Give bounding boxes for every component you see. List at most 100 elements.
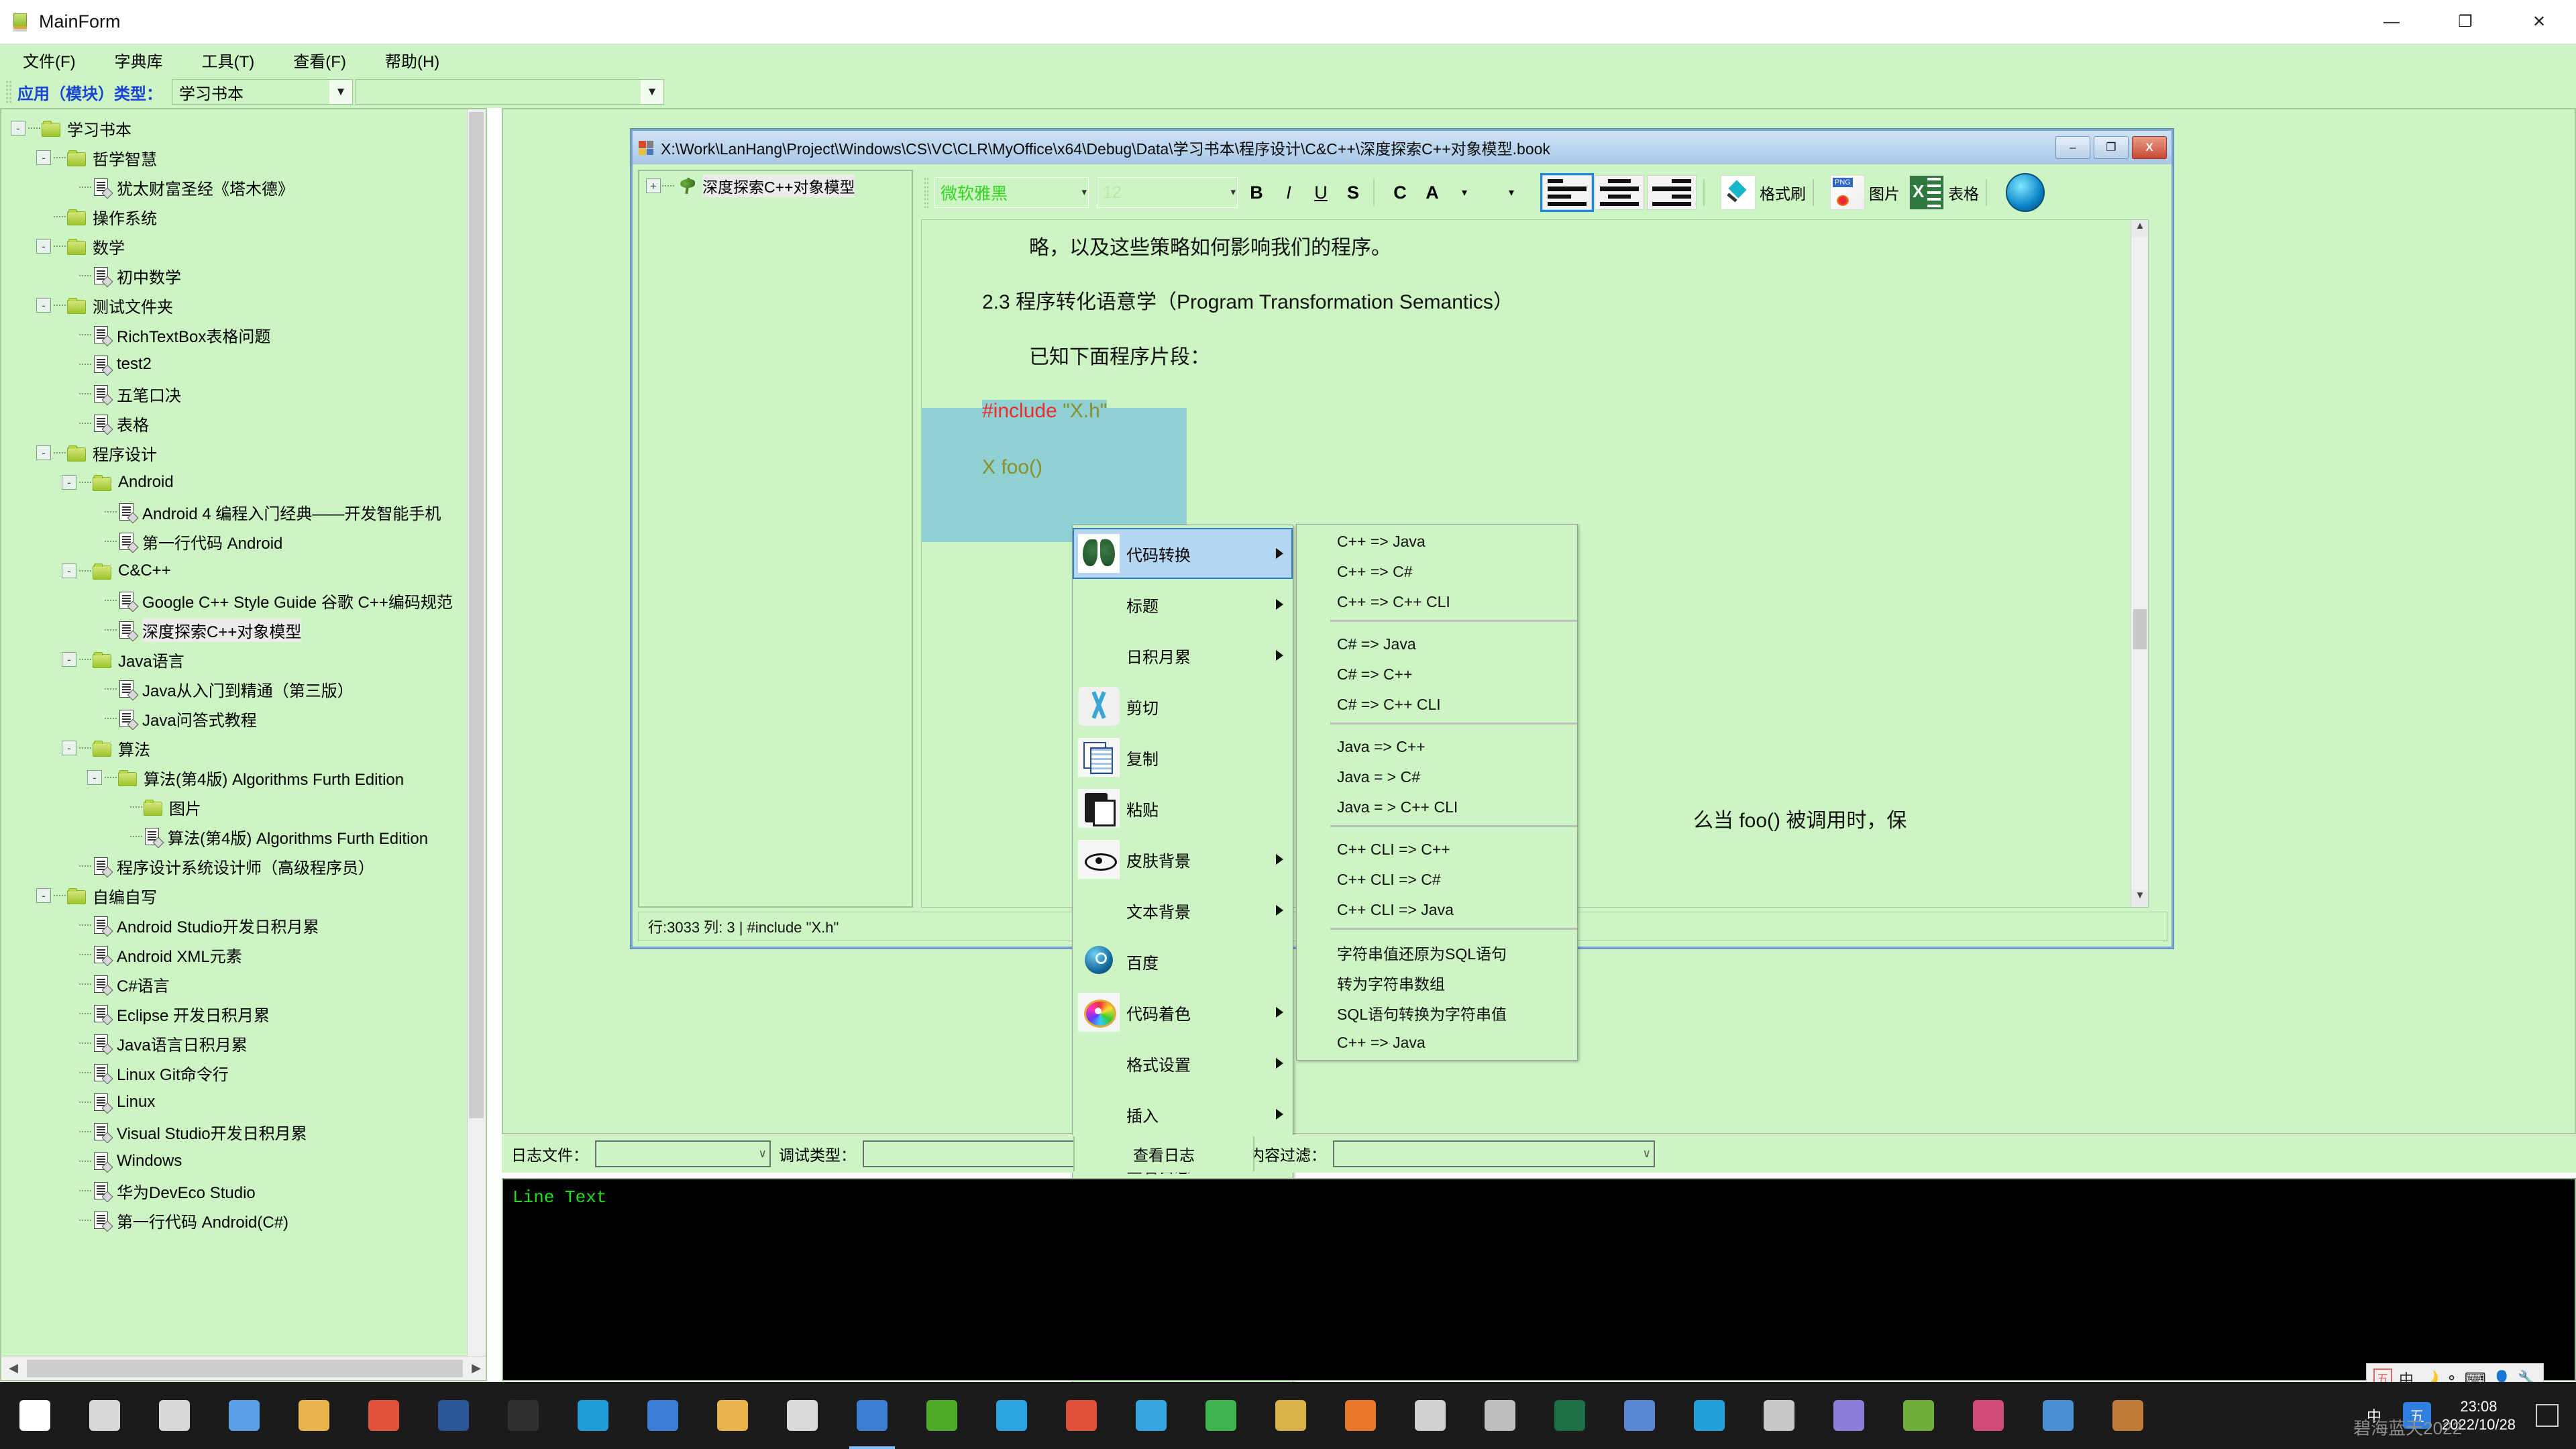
tree-item[interactable]: - 自编自写 [1,881,475,910]
search-globe-icon[interactable] [2006,173,2045,212]
context-menu-item[interactable]: 标题 [1073,579,1293,630]
scroll-right-icon[interactable]: ▶ [464,1361,486,1375]
picture-button[interactable]: 图片 [1830,175,1900,210]
tree-item[interactable]: - Android [1,468,475,497]
devtools-icon[interactable] [1605,1382,1674,1449]
log-file-combo[interactable]: ∨ [595,1140,771,1167]
context-menu-item[interactable]: 皮肤背景 [1073,834,1293,885]
tree-item[interactable]: Android XML元素 [1,940,475,969]
context-menu-item[interactable]: 百度 [1073,936,1293,987]
submenu-item[interactable]: C# => C++ CLI [1297,690,1577,720]
misc-icon[interactable] [2093,1382,2163,1449]
edge-icon[interactable] [558,1382,628,1449]
expand-collapse-icon[interactable]: - [36,150,51,165]
tree-item[interactable]: 图片 [1,792,475,822]
chevron-down-icon[interactable]: ▾ [1230,186,1236,198]
chevron-down-icon[interactable]: ▾ [1081,186,1087,198]
menu-view[interactable]: 查看(F) [289,46,350,74]
tree-item[interactable]: - C&C++ [1,556,475,586]
notification-icon[interactable] [2536,1404,2559,1427]
tree-item[interactable]: - 学习书本 [1,113,475,143]
task-view-icon[interactable] [140,1382,209,1449]
tree-item[interactable]: Java从入门到精通（第三版） [1,674,475,704]
expand-collapse-icon[interactable]: - [62,564,76,578]
tree-item[interactable]: 华为DevEco Studio [1,1176,475,1205]
expand-collapse-icon[interactable]: - [36,445,51,460]
expand-collapse-icon[interactable]: - [62,741,76,755]
paint-icon[interactable] [1953,1382,2023,1449]
submenu-item[interactable]: C++ => Java [1297,1028,1577,1058]
document-outline-panel[interactable]: + 深度探索C++对象模型 [638,170,913,908]
tree-item[interactable]: 深度探索C++对象模型 [1,615,475,645]
list-icon[interactable] [2023,1382,2093,1449]
code-conversion-submenu[interactable]: C++ => Java C++ => C# C++ => C++ CLI C# => … [1296,524,1578,1061]
tree-vscroll-thumb[interactable] [469,112,484,1118]
submenu-item[interactable]: C++ CLI => C++ [1297,835,1577,865]
close-button[interactable]: ✕ [2502,0,2576,44]
italic-button[interactable]: I [1275,177,1302,208]
submenu-item[interactable]: C++ => C++ CLI [1297,587,1577,617]
expand-plus-icon[interactable]: + [646,178,661,193]
scroll-left-icon[interactable]: ◀ [1,1361,25,1375]
calc-icon[interactable] [1884,1382,1953,1449]
editor-text[interactable]: 略，以及这些策略如何影响我们的程序。 2.3 程序转化语意学（Program T… [922,220,2123,479]
context-menu-item[interactable]: 剪切 [1073,681,1293,732]
format-toolbar-grip[interactable] [924,177,929,208]
tree-item[interactable]: C#语言 [1,969,475,999]
context-menu-item[interactable]: 粘贴 [1073,783,1293,834]
wechat-icon[interactable] [1186,1382,1256,1449]
context-menu-item[interactable]: 代码转换 [1073,528,1293,579]
tree-item[interactable]: test2 [1,350,475,379]
tree-item[interactable]: Eclipse 开发日积月累 [1,999,475,1028]
tree-item[interactable]: 操作系统 [1,202,475,231]
excel-icon[interactable] [1535,1382,1605,1449]
align-left-button[interactable] [1540,173,1594,212]
book-tree-panel[interactable]: - 学习书本 - 哲学智慧 犹太财富圣经《塔木德》 操作系统 - 数学 初中数学 - 测试文件夹 Ri… [0,108,487,1381]
context-menu-item[interactable]: 复制 [1073,732,1293,783]
context-menu-item[interactable]: 日积月累 [1073,630,1293,681]
text-highlight-button[interactable]: C [1387,177,1413,208]
qq-icon[interactable] [1116,1382,1186,1449]
tree-item[interactable]: 初中数学 [1,261,475,290]
edge2-icon[interactable] [1674,1382,1744,1449]
bold-button[interactable]: B [1243,177,1270,208]
expand-collapse-icon[interactable]: - [11,121,25,136]
tree-vertical-scrollbar[interactable] [467,109,486,1356]
context-menu-item[interactable]: 插入 [1073,1089,1293,1140]
chrome-icon[interactable] [1046,1382,1116,1449]
mainform-icon[interactable] [837,1382,907,1449]
tree-item[interactable]: Android Studio开发日积月累 [1,910,475,940]
expand-collapse-icon[interactable]: - [87,770,102,785]
leaf-icon[interactable] [907,1382,977,1449]
start-button[interactable] [0,1382,70,1449]
tree-item[interactable]: Linux Git命令行 [1,1058,475,1087]
search-icon[interactable] [70,1382,140,1449]
submenu-item[interactable]: Java = > C# [1297,762,1577,792]
submenu-item[interactable]: 转为字符串数组 [1297,967,1577,998]
widgets-icon[interactable] [209,1382,279,1449]
tree-item[interactable]: Linux [1,1087,475,1117]
font-color-button[interactable]: A [1419,177,1446,208]
tree-item[interactable]: Windows [1,1146,475,1176]
tree-item[interactable]: - 哲学智慧 [1,143,475,172]
toolbar-grip[interactable] [5,80,12,104]
firefox-icon[interactable] [1326,1382,1395,1449]
underline-button[interactable]: U [1307,177,1334,208]
submenu-item[interactable]: C++ CLI => Java [1297,895,1577,925]
chevron-down-icon-2[interactable]: ▼ [641,80,663,104]
context-menu-item[interactable]: 格式设置 [1073,1038,1293,1089]
font-color-dropdown-icon[interactable]: ▾ [1451,177,1478,208]
editor-vertical-scrollbar[interactable]: ▲ ▼ [2131,220,2148,907]
strikethrough-button[interactable]: S [1340,177,1366,208]
explorer-icon[interactable] [279,1382,349,1449]
globe-icon[interactable] [1814,1382,1884,1449]
app-type-combo[interactable]: 学习书本 ▼ [172,79,353,105]
document-restore-button[interactable]: ❐ [2094,136,2129,159]
chevron-down-icon[interactable]: ∨ [759,1147,767,1161]
align-right-button[interactable] [1647,175,1697,210]
music-icon[interactable] [349,1382,419,1449]
tree-item[interactable]: Visual Studio开发日积月累 [1,1117,475,1146]
tree-item[interactable]: 犹太财富圣经《塔木德》 [1,172,475,202]
notepad-icon[interactable] [767,1382,837,1449]
submenu-item[interactable]: C++ => Java [1297,527,1577,557]
